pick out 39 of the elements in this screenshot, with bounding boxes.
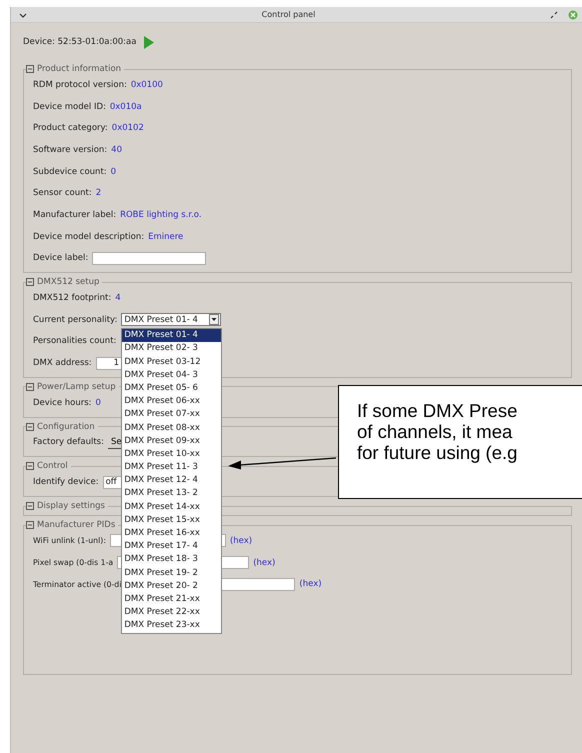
field-value: 2 bbox=[96, 188, 102, 198]
group-title: Display settings bbox=[37, 501, 105, 511]
field-value: ROBE lighting s.r.o. bbox=[120, 210, 202, 220]
unit-label: (hex) bbox=[299, 579, 322, 590]
field-label: Device label: bbox=[33, 253, 88, 264]
field-label: Factory defaults: bbox=[33, 437, 104, 448]
field-value: 0 bbox=[110, 166, 116, 177]
field-label: DMX512 footprint: bbox=[33, 293, 112, 304]
unit-label: (hex) bbox=[230, 536, 252, 546]
field-label: RDM protocol version: bbox=[33, 80, 127, 90]
field-value: 0x0100 bbox=[130, 80, 163, 90]
field-label: Device model ID: bbox=[33, 102, 106, 112]
field-label: Manufacturer label: bbox=[33, 210, 116, 220]
group-title: Configuration bbox=[37, 422, 95, 432]
field-value: 0x010a bbox=[110, 102, 142, 112]
window-title: Control panel bbox=[260, 10, 316, 19]
field-label: Current personality: bbox=[33, 314, 118, 325]
field-value: Eminere bbox=[148, 232, 184, 242]
field-label: Device model description: bbox=[33, 232, 144, 242]
field-label: Personalities count: bbox=[33, 336, 116, 346]
callout-text: If some DMX Prese of channels, it mea for future using (e.g bbox=[338, 385, 582, 499]
field-label: Product category: bbox=[33, 123, 108, 134]
field-label: Sensor count: bbox=[33, 188, 92, 198]
field-label: Device hours: bbox=[33, 398, 92, 408]
field-value: 0x0102 bbox=[112, 123, 144, 134]
group-title: Control bbox=[37, 461, 68, 472]
field-value: 40 bbox=[111, 144, 122, 155]
group-title: DMX512 setup bbox=[37, 277, 100, 288]
field-value: 4 bbox=[115, 293, 121, 304]
field-label: Software version: bbox=[33, 144, 108, 155]
device-label: Device: 52:53-01:0a:00:aa bbox=[23, 37, 136, 47]
field-label: Subdevice count: bbox=[33, 166, 107, 177]
group-title: Power/Lamp setup bbox=[37, 382, 116, 392]
field-label: DMX address: bbox=[33, 358, 92, 368]
field-label: Identify device: bbox=[33, 477, 99, 488]
group-title: Product information bbox=[37, 64, 122, 74]
field-value: 0 bbox=[96, 398, 101, 408]
unit-label: (hex) bbox=[253, 558, 276, 568]
group-title: Manufacturer PIDs bbox=[37, 520, 116, 530]
